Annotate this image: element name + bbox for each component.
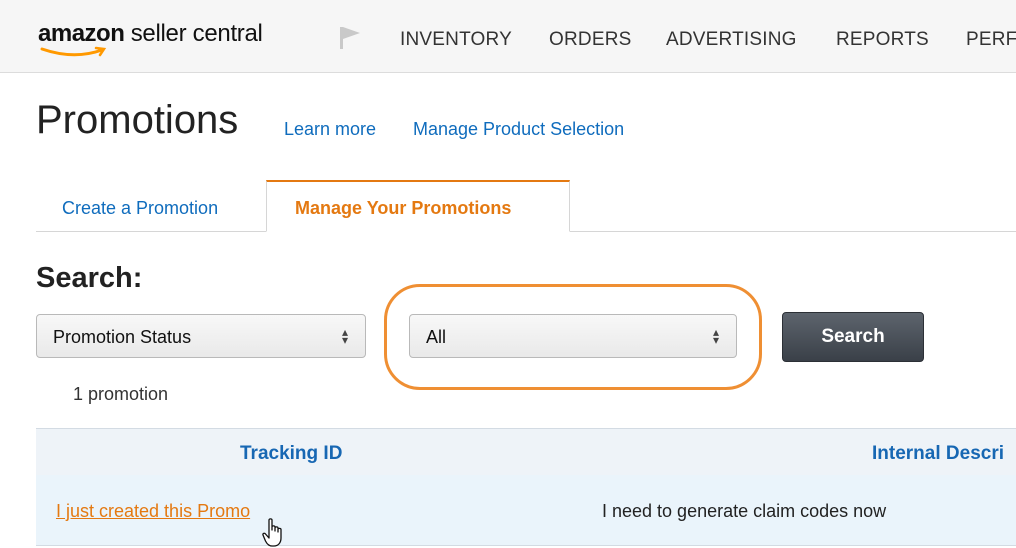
search-button[interactable]: Search	[782, 312, 924, 362]
search-field-select[interactable]: Promotion Status ▴ ▾	[36, 314, 366, 358]
search-field-value: Promotion Status	[53, 327, 192, 347]
learn-more-link[interactable]: Learn more	[284, 119, 376, 140]
select-updown-icon: ▴ ▾	[341, 325, 349, 347]
nav-performance[interactable]: PERF	[966, 29, 1016, 51]
nav-inventory[interactable]: INVENTORY	[400, 29, 512, 51]
top-navigation-bar: amazon seller central INVENTORY ORDERS A…	[0, 0, 1016, 73]
manage-product-selection-link[interactable]: Manage Product Selection	[413, 119, 624, 140]
tab-manage-promotions[interactable]: Manage Your Promotions	[266, 180, 570, 232]
page-title: Promotions	[36, 98, 239, 142]
nav-orders[interactable]: ORDERS	[549, 29, 632, 51]
internal-description-cell: I need to generate claim codes now	[602, 501, 887, 521]
search-heading: Search:	[36, 262, 143, 294]
flag-icon[interactable]	[336, 24, 362, 50]
column-header-internal-description[interactable]: Internal Descri	[872, 443, 1004, 465]
hand-pointer-cursor-icon	[262, 518, 282, 547]
logo-product-text: seller central	[124, 20, 263, 47]
amazon-smile-icon	[40, 46, 107, 57]
tracking-id-link[interactable]: I just created this Promo	[56, 501, 250, 522]
column-header-tracking-id[interactable]: Tracking ID	[240, 443, 342, 465]
amazon-seller-central-logo[interactable]: amazon seller central	[38, 20, 263, 60]
status-value-select[interactable]: All ▴ ▾	[409, 314, 737, 358]
tab-create-label: Create a Promotion	[62, 198, 219, 218]
nav-reports[interactable]: REPORTS	[836, 29, 929, 51]
status-value: All	[426, 327, 447, 347]
nav-advertising[interactable]: ADVERTISING	[666, 29, 797, 51]
tab-create-promotion[interactable]: Create a Promotion	[36, 182, 266, 231]
table-header: Tracking ID Internal Descri	[36, 428, 1016, 476]
select-updown-icon: ▴ ▾	[712, 325, 720, 347]
tab-manage-label: Manage Your Promotions	[295, 198, 512, 218]
result-count: 1 promotion	[73, 384, 169, 404]
logo-brand-text: amazon	[38, 20, 125, 47]
table-row: I just created this Promo I need to gene…	[36, 475, 1016, 546]
